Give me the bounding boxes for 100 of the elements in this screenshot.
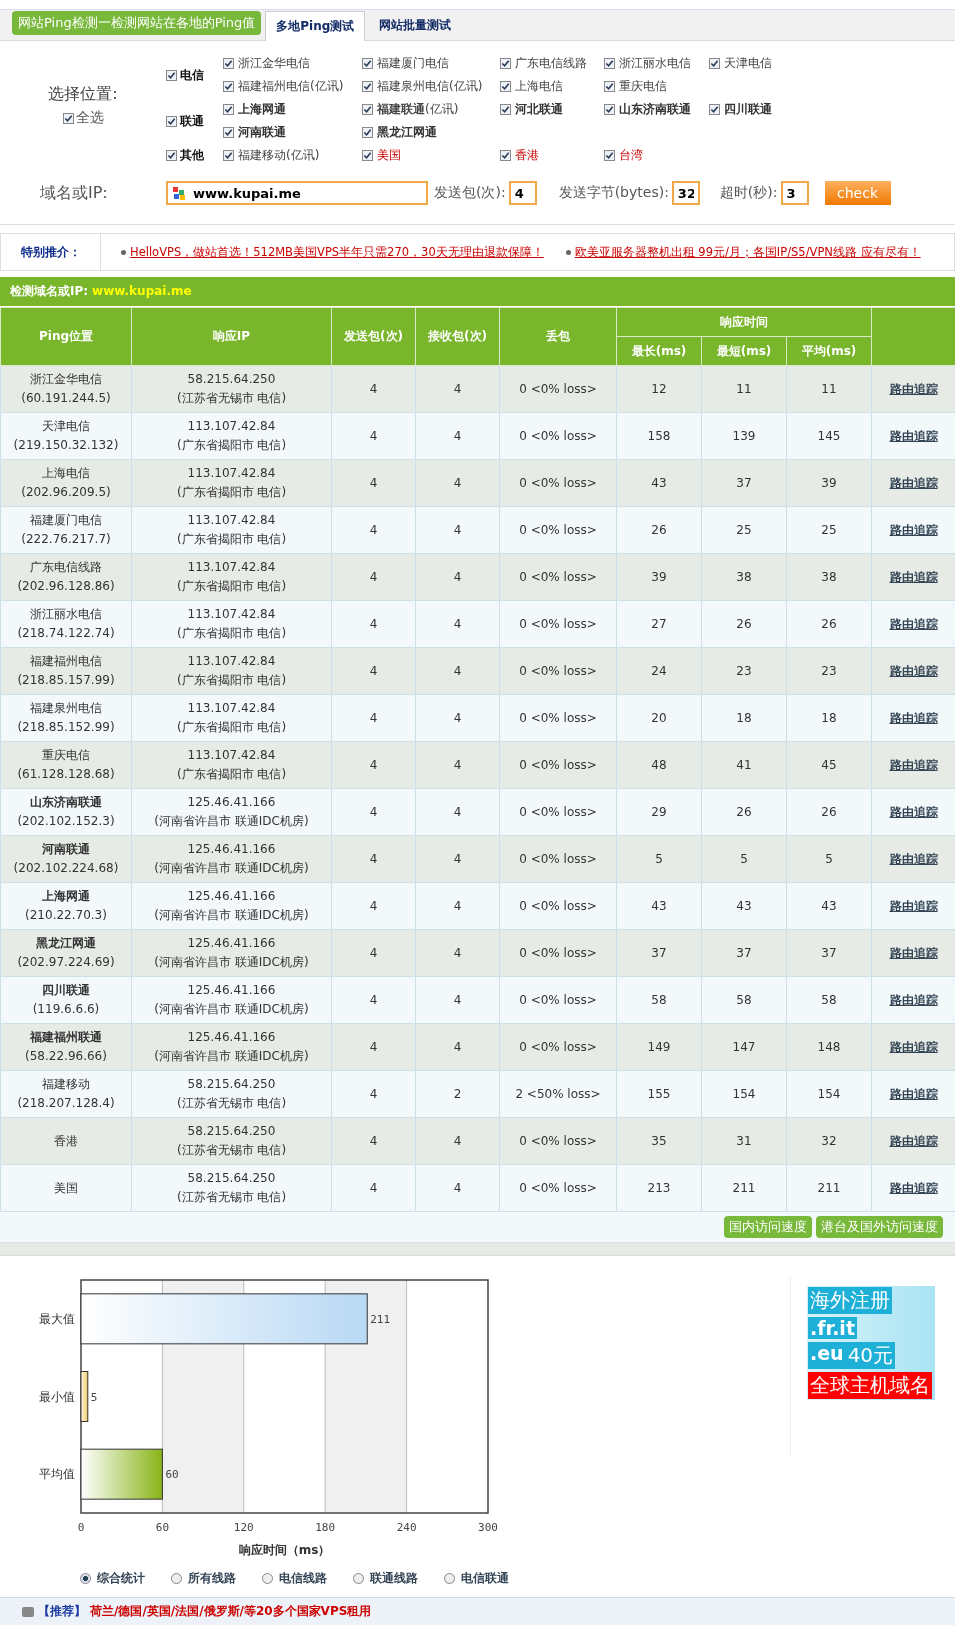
table-cell: 0 <0% loss> [499,694,617,742]
column-header: 平均(ms) [786,336,872,366]
checkbox[interactable] [62,112,74,124]
trace-link[interactable]: 路由追踪 [889,757,938,772]
table-cell: 0 <0% loss> [499,553,617,601]
tab[interactable]: 网站批量测试 [369,11,462,40]
checkbox[interactable] [166,150,177,161]
host-field[interactable]: www.kupai.me [166,181,428,205]
table-cell: 4 [415,976,500,1024]
checkbox[interactable] [362,58,373,69]
checkbox-label: 河南联通 [238,124,286,141]
radio-button[interactable] [171,1573,182,1584]
table-cell: 0 <0% loss> [499,1117,617,1165]
checkbox[interactable] [223,81,234,92]
trace-link[interactable]: 路由追踪 [889,992,938,1007]
checkbox[interactable] [709,104,720,115]
ad-text: 海外注册 [808,1287,892,1314]
table-cell: 27 [616,600,702,648]
recommend-link[interactable]: 荷兰/德国/英国/法国/俄罗斯/等20多个国家VPS租用 [90,1603,372,1620]
column-header: Ping位置 [0,307,132,366]
trace-link[interactable]: 路由追踪 [889,804,938,819]
trace-link[interactable]: 路由追踪 [889,945,938,960]
radio-button[interactable] [353,1573,364,1584]
location-cell: 浙江金华电信 (60.191.244.5) [0,365,132,413]
trace-link[interactable]: 路由追踪 [889,663,938,678]
checkbox[interactable] [362,104,373,115]
field-label: 发送包(次): [434,184,506,202]
table-cell: 26 [701,600,787,648]
location-cell: 福建福州联通 (58.22.96.66) [0,1023,132,1071]
promo-link[interactable]: 欧美亚服务器整机出租 99元/月；各国IP/S5/VPN线路 应有尽有！ [574,244,921,260]
trace-link[interactable]: 路由追踪 [889,1039,938,1054]
trace-link[interactable]: 路由追踪 [889,616,938,631]
checkbox[interactable] [166,69,177,81]
trace-link[interactable]: 路由追踪 [889,851,938,866]
trace-link[interactable]: 路由追踪 [889,522,938,537]
trace-link[interactable]: 路由追踪 [889,428,938,443]
table-cell: 26 [786,788,872,836]
table-cell: 39 [786,459,872,507]
table-cell: 35 [616,1117,702,1165]
checkbox[interactable] [166,115,177,127]
checkbox[interactable] [709,58,720,69]
checkbox[interactable] [500,150,511,161]
ad-icon [22,1606,34,1617]
table-cell: 0 <0% loss> [499,412,617,460]
trace-link[interactable]: 路由追踪 [889,381,938,396]
group-label: 电信 [180,66,204,84]
table-cell: 4 [415,1117,500,1165]
radio-button[interactable] [262,1573,273,1584]
radio-button[interactable] [80,1573,91,1584]
group-label: 其他 [180,147,204,164]
table-cell: 0 <0% loss> [499,506,617,554]
table-cell: 148 [786,1023,872,1071]
trace-link[interactable]: 路由追踪 [889,710,938,725]
checkbox[interactable] [604,81,615,92]
ad-banner[interactable]: 海外注册 .fr.it .eu 40元 全球主机域名 [807,1286,935,1400]
trace-link[interactable]: 路由追踪 [889,898,938,913]
location-cell: 河南联通 (202.102.224.68) [0,835,132,883]
promo-link[interactable]: HelloVPS，做站首选！512MB美国VPS半年只需270，30天无理由退款保障！ [130,244,544,260]
table-cell: 4 [331,647,416,695]
checkbox[interactable] [362,150,373,161]
trace-link[interactable]: 路由追踪 [889,475,938,490]
ip-cell: 58.215.64.250 (江苏省无锡市 电信) [131,1070,332,1118]
ad-text: 全球主机域名 [808,1372,932,1399]
checkbox-label: 河北联通 [515,101,563,118]
column-header: 最长(ms) [616,336,702,366]
promo-label: 特别推介： [1,234,101,270]
table-cell: 4 [331,412,416,460]
input-field[interactable]: 4 [508,181,537,205]
table-cell: 149 [616,1023,702,1071]
trace-link[interactable]: 路由追踪 [889,1086,938,1101]
table-cell: 4 [415,647,500,695]
table-cell: 4 [415,929,500,977]
location-cell: 浙江丽水电信 (218.74.122.74) [0,600,132,648]
checkbox[interactable] [500,58,511,69]
checkbox[interactable] [223,150,234,161]
checkbox-label: 黑龙江网通 [377,124,437,141]
checkbox[interactable] [500,104,511,115]
location-cell: 广东电信线路 (202.96.128.86) [0,553,132,601]
checkbox[interactable] [223,104,234,115]
table-cell: 23 [701,647,787,695]
radio-button[interactable] [444,1573,455,1584]
checkbox[interactable] [604,104,615,115]
checkbox[interactable] [223,58,234,69]
checkbox[interactable] [223,127,234,138]
field-label: 域名或IP: [40,182,109,204]
ip-cell: 58.215.64.250 (江苏省无锡市 电信) [131,365,332,413]
input-field[interactable]: 3 [780,181,809,205]
location-cell: 四川联通 (119.6.6.6) [0,976,132,1024]
checkbox[interactable] [500,81,511,92]
checkbox[interactable] [362,127,373,138]
checkbox-label: 上海电信 [515,78,563,95]
ip-cell: 113.107.42.84 (广东省揭阳市 电信) [131,694,332,742]
trace-link[interactable]: 路由追踪 [889,1180,938,1195]
tab[interactable]: 多地Ping测试 [265,11,366,41]
checkbox[interactable] [604,150,615,161]
trace-link[interactable]: 路由追踪 [889,1133,938,1148]
checkbox[interactable] [362,81,373,92]
table-cell: 12 [616,365,702,413]
checkbox[interactable] [604,58,615,69]
trace-link[interactable]: 路由追踪 [889,569,938,584]
